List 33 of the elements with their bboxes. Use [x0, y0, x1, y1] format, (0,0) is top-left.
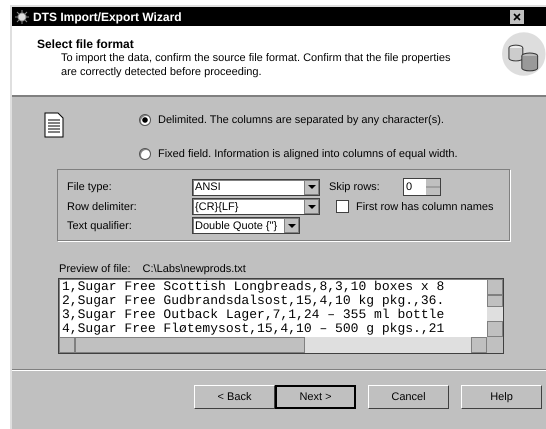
wizard-button[interactable]: Cancel — [368, 385, 449, 409]
skip-rows-spinner[interactable]: 0 — [403, 178, 441, 196]
window-title: DTS Import/Export Wizard — [33, 10, 182, 24]
wizard-button[interactable]: < Back — [194, 385, 275, 409]
database-icon — [502, 32, 546, 76]
wizard-button[interactable]: Help — [461, 385, 542, 409]
checkbox[interactable] — [336, 200, 349, 213]
page-description: To import the data, confirm the source file format. Confirm that the file properties are correctly detected before proceeding. — [61, 51, 452, 79]
close-icon[interactable] — [510, 10, 524, 24]
checkbox-label[interactable]: First row has column names — [356, 200, 494, 212]
preview-label: Preview of file: — [59, 263, 131, 275]
preview-line: 3,Sugar Free Outback Lager,7,1,24 – 355 ml bottle — [62, 308, 446, 322]
field-label: File type: — [67, 181, 113, 193]
document-icon — [44, 112, 64, 138]
text-qualifier-dropdown[interactable]: Double Quote {"} — [192, 217, 300, 234]
field-label: Row delimiter: — [67, 200, 138, 212]
gear-icon — [14, 8, 30, 24]
wizard-button[interactable]: Next > — [275, 385, 356, 409]
field-label: Text qualifier: — [67, 220, 133, 232]
row-delimiter-dropdown[interactable]: {CR}{LF} — [192, 198, 320, 215]
preview-line: 1,Sugar Free Scottish Longbreads,8,3,10 boxes x 8 — [62, 280, 446, 294]
file-path: C:\Labs\newprods.txt — [142, 263, 246, 275]
preview-line: 4,Sugar Free Fløtemysost,15,4,10 – 500 g pkgs.,21 — [62, 322, 446, 336]
horizontal-scrollbar[interactable] — [59, 337, 503, 353]
vertical-scrollbar[interactable] — [487, 279, 503, 337]
file-type-dropdown[interactable]: ANSI — [192, 178, 320, 196]
radio-button[interactable] — [139, 114, 151, 126]
preview-line: 2,Sugar Free Gudbrandsdalsost,15,4,10 kg pkg.,36. — [62, 294, 446, 308]
radio-label[interactable]: Fixed field. Information is aligned into columns of equal width. — [158, 148, 458, 160]
page-heading: Select file format — [37, 37, 135, 51]
radio-button[interactable] — [139, 148, 151, 160]
field-label: Skip rows: — [329, 181, 381, 193]
radio-label[interactable]: Delimited. The columns are separated by any character(s). — [158, 114, 444, 126]
